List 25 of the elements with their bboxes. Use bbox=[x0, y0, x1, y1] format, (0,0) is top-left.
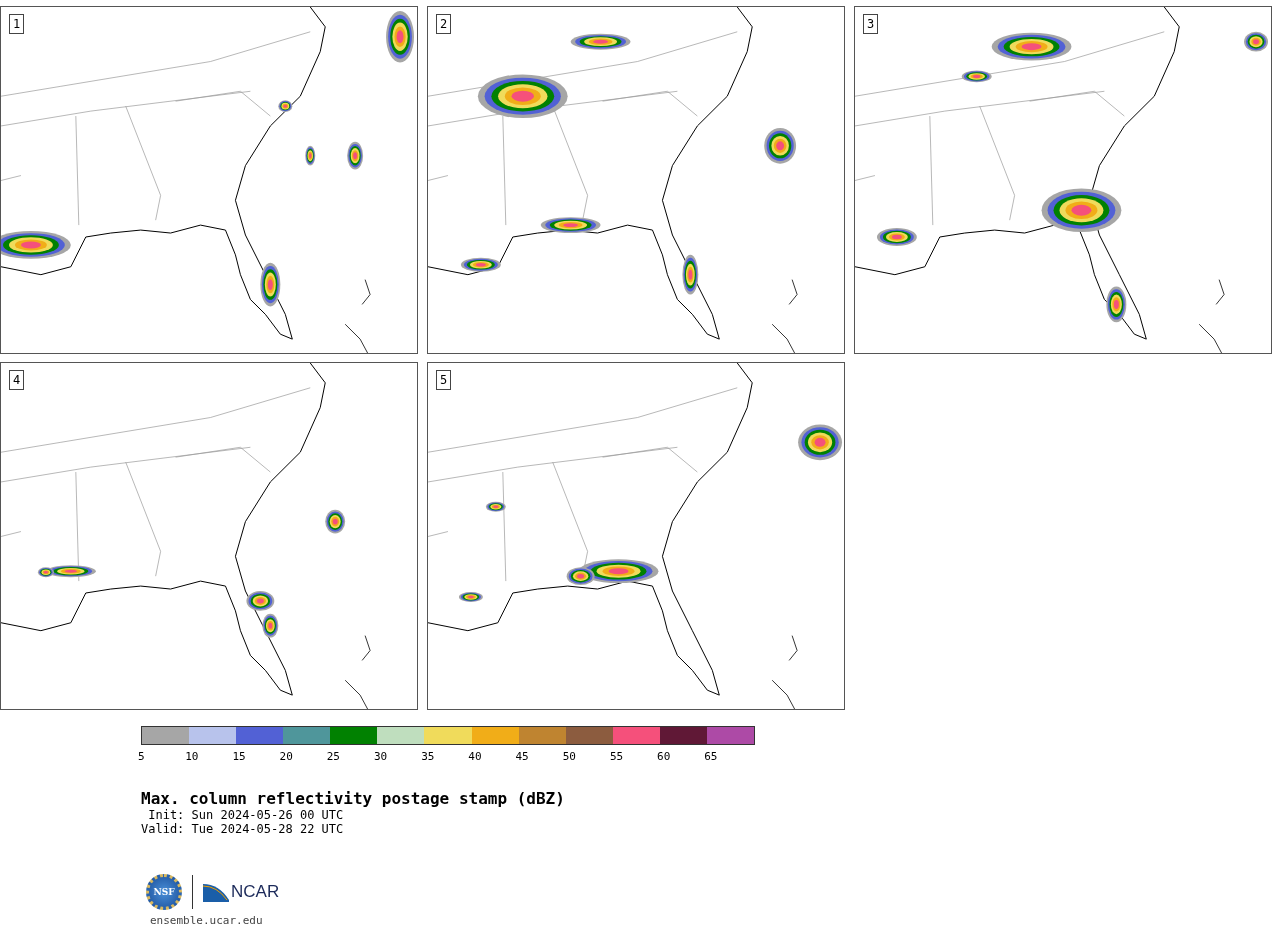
panel-number: 5 bbox=[436, 370, 452, 390]
tick-label: 65 bbox=[704, 749, 719, 765]
tick-label: 15 bbox=[232, 749, 247, 765]
panel-number: 4 bbox=[9, 370, 25, 390]
tick-label: 10 bbox=[185, 749, 200, 765]
tick-label: 45 bbox=[515, 749, 530, 765]
tick-label: 40 bbox=[468, 749, 483, 765]
seal-logo: NSF bbox=[146, 874, 182, 910]
tick-label: 60 bbox=[657, 749, 672, 765]
tick-label: 5 bbox=[138, 749, 146, 765]
swoosh-icon bbox=[203, 882, 229, 902]
tick-label: 50 bbox=[562, 749, 577, 765]
tick-label: 25 bbox=[326, 749, 341, 765]
panel-number: 3 bbox=[863, 14, 879, 34]
site-url: ensemble.ucar.edu bbox=[150, 914, 264, 927]
tick-label: 20 bbox=[279, 749, 294, 765]
tick-label: 55 bbox=[609, 749, 625, 765]
valid-time: Valid: Tue 2024-05-28 22 UTC bbox=[141, 822, 345, 836]
panel-number: 2 bbox=[436, 14, 452, 34]
chart-title: Max. column reflectivity postage stamp (dBZ) bbox=[141, 789, 566, 808]
tick-label: 35 bbox=[421, 749, 436, 765]
panel-number: 1 bbox=[9, 14, 25, 34]
init-time: Init: Sun 2024-05-26 00 UTC bbox=[147, 808, 345, 822]
logo-text: NCAR bbox=[231, 882, 280, 902]
tick-label: 30 bbox=[373, 749, 389, 765]
